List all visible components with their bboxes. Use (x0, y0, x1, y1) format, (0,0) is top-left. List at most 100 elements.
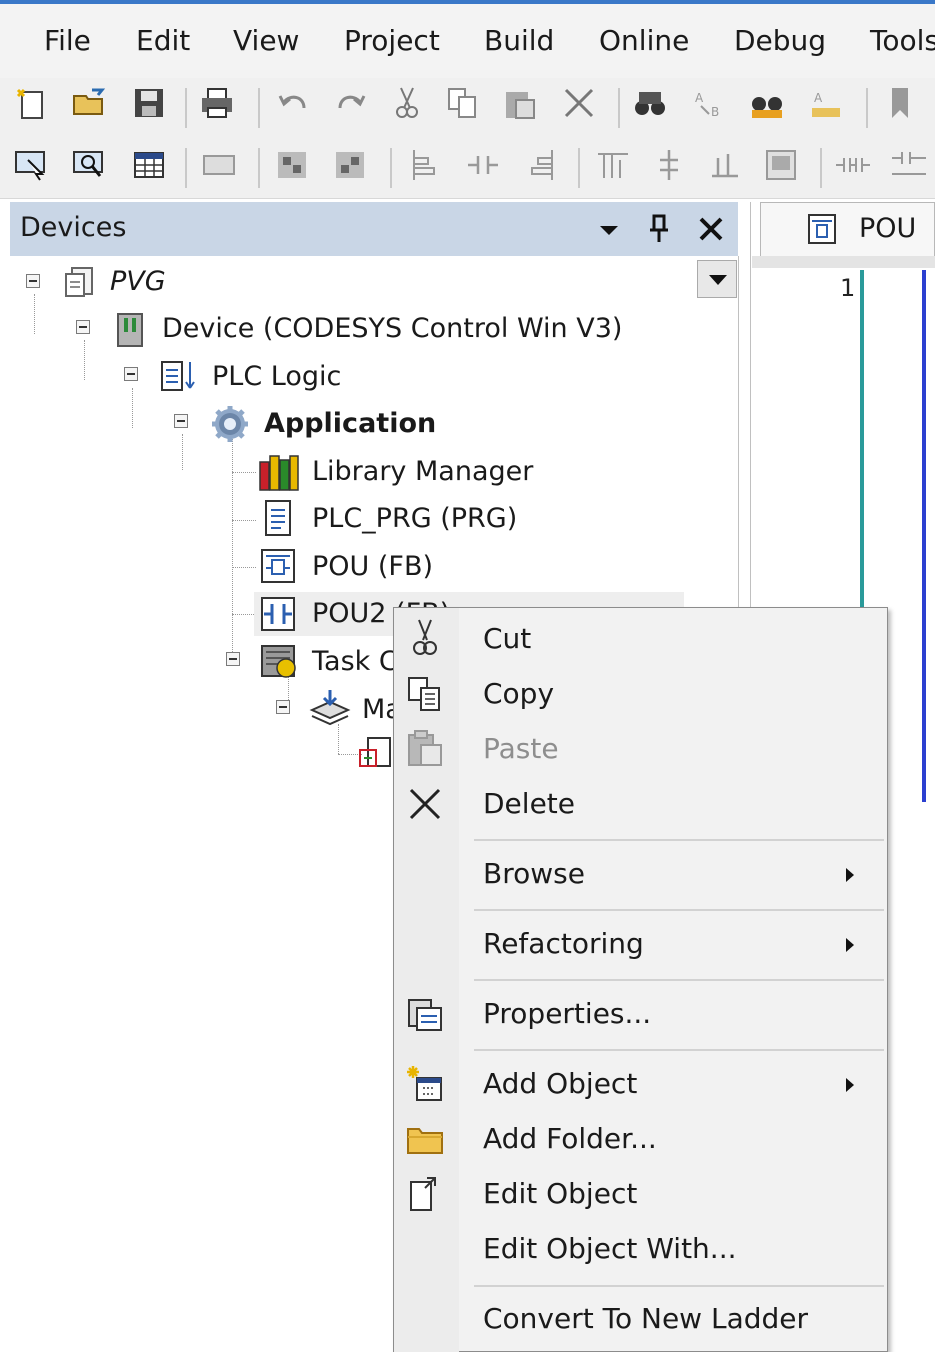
menu-item-delete[interactable]: Delete (483, 787, 575, 820)
tab-pou[interactable]: POU (760, 202, 935, 256)
screen-cursor-icon[interactable] (14, 148, 48, 182)
menu-file[interactable]: File (44, 24, 91, 57)
new-file-icon[interactable] (14, 86, 48, 120)
tree-item-application[interactable]: Application (264, 408, 436, 439)
menu-project[interactable]: Project (344, 24, 440, 57)
replace-in-project-icon[interactable]: A (808, 86, 842, 120)
svg-text:B: B (711, 105, 719, 119)
tree-dropdown-button[interactable] (697, 260, 737, 298)
menu-item-add-folder[interactable]: Add Folder... (483, 1122, 657, 1155)
folder-icon (407, 1128, 443, 1154)
menu-separator (474, 1049, 884, 1051)
tree-item-device[interactable]: Device (CODESYS Control Win V3) (162, 313, 622, 344)
context-menu-icon-gutter (394, 608, 459, 1352)
collapse-toggle[interactable] (174, 414, 188, 428)
delete-x-icon (409, 788, 441, 820)
zoom-screen-icon[interactable] (72, 148, 106, 182)
menu-build[interactable]: Build (484, 24, 554, 57)
network-insert-below-icon[interactable] (333, 148, 367, 182)
collapse-toggle[interactable] (124, 367, 138, 381)
toolbar-separator (820, 148, 822, 188)
chevron-down-icon (709, 275, 727, 285)
tab-label: POU (859, 213, 917, 244)
menu-item-edit-object[interactable]: Edit Object (483, 1177, 637, 1210)
properties-icon (408, 999, 442, 1031)
menu-edit[interactable]: Edit (136, 24, 190, 57)
redo-icon[interactable] (334, 88, 368, 122)
save-icon[interactable] (132, 86, 166, 120)
menu-online[interactable]: Online (599, 24, 689, 57)
tree-item-plc-logic[interactable]: PLC Logic (212, 361, 341, 392)
editor-header-strip (752, 256, 935, 268)
submenu-arrow-icon (846, 868, 854, 882)
close-icon[interactable] (698, 216, 724, 242)
panel-dropdown-icon[interactable] (598, 222, 620, 238)
contact-left-icon[interactable] (408, 148, 442, 182)
undo-icon[interactable] (276, 88, 310, 122)
image-insert-icon[interactable] (764, 148, 798, 182)
tree-item-library-manager[interactable]: Library Manager (312, 456, 533, 487)
box-insert-icon[interactable] (596, 148, 630, 182)
cut-icon[interactable] (390, 86, 424, 120)
menu-item-browse[interactable]: Browse (483, 857, 585, 890)
function-block-icon (808, 214, 836, 244)
keyboard-icon[interactable] (202, 148, 236, 182)
function-block-icon (261, 549, 295, 583)
project-icon (65, 267, 93, 297)
branch-icon[interactable] (652, 148, 686, 182)
menu-item-refactoring[interactable]: Refactoring (483, 927, 644, 960)
delete-icon[interactable] (562, 86, 596, 120)
contact-series-icon[interactable] (836, 148, 870, 182)
add-object-icon (407, 1066, 442, 1101)
copy-icon[interactable] (446, 86, 480, 120)
collapse-toggle[interactable] (226, 652, 240, 666)
bookmark-icon[interactable] (884, 86, 918, 120)
menu-item-paste[interactable]: Paste (483, 732, 559, 765)
menu-item-properties[interactable]: Properties... (483, 997, 651, 1030)
tree-item-task-configuration[interactable]: Task C (312, 646, 398, 677)
contact-icon[interactable] (466, 148, 500, 182)
menu-debug[interactable]: Debug (734, 24, 826, 57)
tree-line (34, 294, 35, 334)
paste-icon[interactable] (503, 86, 537, 120)
collapse-toggle[interactable] (276, 700, 290, 714)
menu-view[interactable]: View (233, 24, 299, 57)
network-insert-icon[interactable] (275, 148, 309, 182)
collapse-toggle[interactable] (76, 320, 90, 334)
menu-item-edit-object-with[interactable]: Edit Object With... (483, 1232, 737, 1265)
edit-object-icon (410, 1177, 436, 1211)
table-grid-icon[interactable] (132, 148, 166, 182)
toolbar-editor (0, 138, 935, 199)
tree-line (182, 434, 183, 470)
menu-tools[interactable]: Tools (870, 24, 935, 57)
print-icon[interactable] (200, 86, 234, 120)
ladder-pou-icon (261, 597, 295, 631)
pin-icon[interactable] (648, 214, 670, 244)
tree-item-project[interactable]: PVG (110, 266, 166, 297)
replace-icon[interactable]: AB (693, 86, 727, 120)
menu-separator (474, 979, 884, 981)
find-in-project-icon[interactable] (750, 86, 784, 120)
tree-line (232, 436, 233, 660)
open-folder-icon[interactable] (72, 86, 106, 120)
device-icon (117, 313, 143, 347)
tree-line (232, 520, 256, 521)
tree-line (132, 388, 133, 428)
submenu-arrow-icon (846, 1078, 854, 1092)
parallel-branch-icon[interactable] (708, 148, 742, 182)
coil-right-icon[interactable] (524, 148, 558, 182)
menu-item-cut[interactable]: Cut (483, 622, 531, 655)
program-document-icon (265, 500, 291, 536)
menu-item-convert-to-new-ladder[interactable]: Convert To New Ladder (483, 1302, 808, 1335)
toolbar-separator (578, 148, 580, 188)
find-binoculars-icon[interactable] (633, 86, 667, 120)
collapse-toggle[interactable] (26, 274, 40, 288)
menu-item-add-object[interactable]: Add Object (483, 1067, 637, 1100)
menu-item-copy[interactable]: Copy (483, 677, 554, 710)
tree-item-pou[interactable]: POU (FB) (312, 551, 433, 582)
menu-bar: File Edit View Project Build Online Debu… (0, 0, 935, 78)
menu-separator (474, 1285, 884, 1287)
tree-item-plc-prg[interactable]: PLC_PRG (PRG) (312, 503, 517, 534)
contact-parallel-icon[interactable] (892, 148, 926, 182)
svg-text:A: A (695, 91, 704, 105)
